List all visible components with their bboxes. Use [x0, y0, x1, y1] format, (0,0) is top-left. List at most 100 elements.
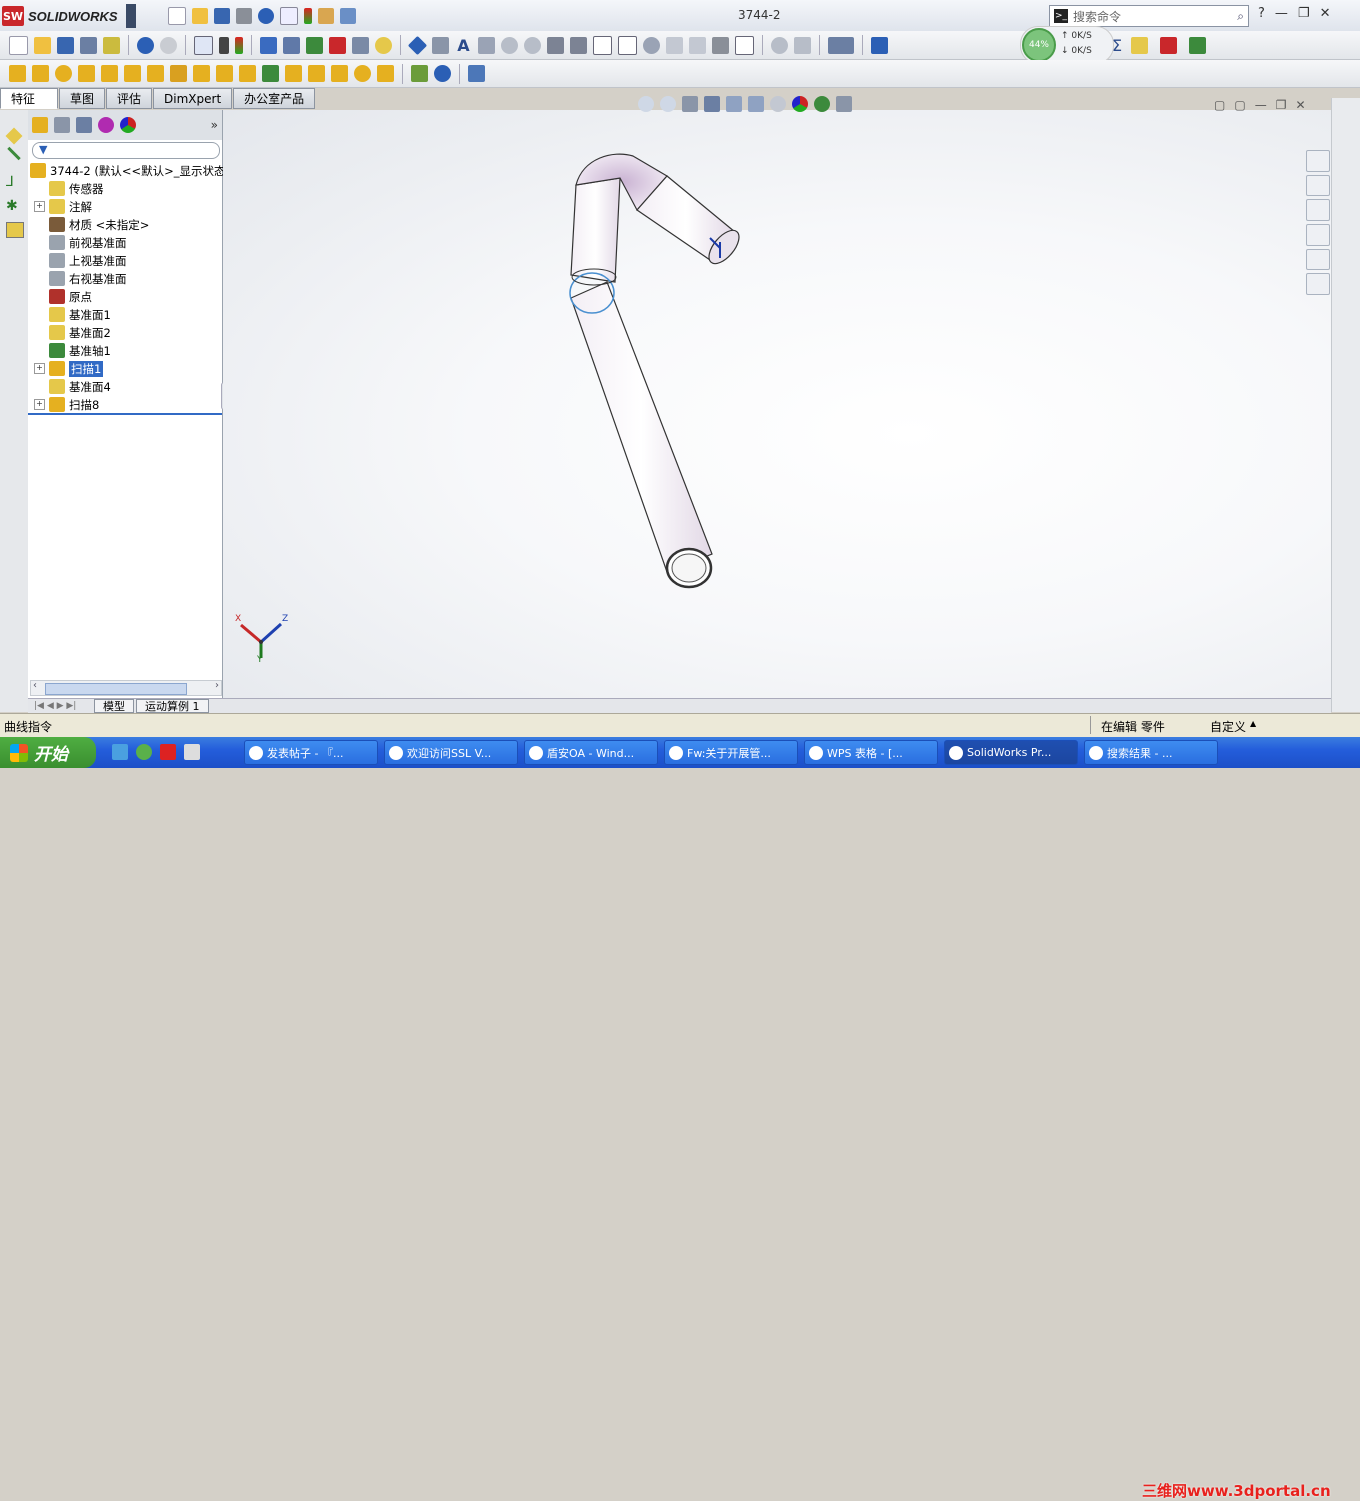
- redo-icon[interactable]: [160, 36, 177, 54]
- feature-manager-tab-icon[interactable]: [32, 117, 48, 133]
- intersect-icon[interactable]: [354, 65, 371, 82]
- plane-icon[interactable]: [5, 127, 23, 145]
- units-custom-status[interactable]: 自定义: [1210, 718, 1246, 735]
- restore-doc-icon[interactable]: ❐: [1276, 98, 1287, 112]
- tree-item[interactable]: 传感器: [34, 180, 104, 197]
- linear-pattern-icon[interactable]: [262, 65, 279, 82]
- app-quick-launch-icon[interactable]: [160, 744, 176, 760]
- taskbar-item[interactable]: 欢迎访问SSL V...: [384, 740, 518, 765]
- file-properties-icon[interactable]: [318, 8, 334, 24]
- save-icon[interactable]: [214, 8, 230, 24]
- display-manager-tab-icon[interactable]: [120, 117, 136, 133]
- horizontal-scrollbar[interactable]: ‹ ›: [30, 680, 222, 696]
- extruded-boss-icon[interactable]: [9, 65, 26, 82]
- tab-motion-study-1[interactable]: 运动算例 1: [136, 699, 209, 713]
- close-button[interactable]: ✕: [1320, 6, 1331, 21]
- split-view-icon[interactable]: ▢: [1214, 98, 1225, 112]
- search-input[interactable]: 搜索命令: [1073, 8, 1121, 25]
- expand-plus-icon[interactable]: +: [34, 363, 45, 374]
- make-drawing-icon[interactable]: [80, 36, 97, 54]
- rebuild-traffic-light-icon[interactable]: [304, 8, 312, 24]
- scrollbar-thumb[interactable]: [45, 683, 187, 695]
- coordinate-system-icon[interactable]: ⅃: [6, 174, 22, 190]
- weld-symbol-icon[interactable]: [570, 36, 587, 54]
- previous-view-icon[interactable]: [682, 96, 698, 112]
- tree-item[interactable]: + 扫描1: [34, 360, 104, 377]
- area-hatch-icon[interactable]: [712, 36, 729, 54]
- lofted-boss-icon[interactable]: [78, 65, 95, 82]
- hide-show-items-icon[interactable]: [770, 96, 786, 112]
- tree-item[interactable]: 基准面1: [34, 306, 111, 323]
- tree-item[interactable]: 基准轴1: [34, 342, 111, 359]
- property-manager-tab-icon[interactable]: [54, 117, 70, 133]
- tree-item[interactable]: 基准面4: [34, 378, 111, 395]
- undo-icon[interactable]: [258, 8, 274, 24]
- revolved-boss-icon[interactable]: [32, 65, 49, 82]
- taskbar-item[interactable]: WPS 表格 - [...: [804, 740, 938, 765]
- help-icon[interactable]: [375, 36, 392, 54]
- expand-tabs-icon[interactable]: »: [211, 118, 218, 132]
- surface-finish-icon[interactable]: [547, 36, 564, 54]
- balloon-icon[interactable]: [501, 36, 518, 54]
- tab-features[interactable]: 特征: [0, 88, 58, 109]
- draft-icon[interactable]: [239, 65, 256, 82]
- new-icon[interactable]: [9, 35, 28, 55]
- point-icon[interactable]: ✱: [6, 198, 22, 214]
- tab-model[interactable]: 模型: [94, 699, 134, 713]
- table-icon[interactable]: [828, 36, 854, 54]
- mirror-icon[interactable]: [285, 65, 302, 82]
- geometric-tolerance-icon[interactable]: [593, 35, 612, 55]
- reference-geometry-icon[interactable]: [411, 65, 428, 82]
- open-icon[interactable]: [34, 36, 51, 54]
- taskbar-item[interactable]: Fw:关于开展管...: [664, 740, 798, 765]
- scroll-right-icon[interactable]: ›: [215, 680, 219, 691]
- shell-icon[interactable]: [216, 65, 233, 82]
- revision-symbol-icon[interactable]: [689, 36, 706, 54]
- view-orientation-icon[interactable]: [726, 96, 742, 112]
- taskbar-item[interactable]: 发表帖子 - 『...: [244, 740, 378, 765]
- close-doc-icon[interactable]: ✕: [1295, 98, 1305, 112]
- menu-flyout-arrow[interactable]: [126, 4, 136, 28]
- expand-plus-icon[interactable]: +: [34, 201, 45, 212]
- browser-quick-launch-icon[interactable]: [136, 744, 152, 760]
- sketch-icon[interactable]: [260, 36, 277, 54]
- properties-icon[interactable]: [352, 36, 369, 54]
- tree-filter-input[interactable]: ▼: [32, 142, 220, 159]
- curves-icon[interactable]: [434, 65, 451, 82]
- graphics-area[interactable]: X Z Y: [223, 110, 1331, 698]
- tree-item[interactable]: + 扫描8: [34, 396, 99, 413]
- smart-dimension-diamond-icon[interactable]: [407, 35, 428, 55]
- tab-dimxpert[interactable]: DimXpert: [153, 88, 233, 109]
- edit-appearance-icon[interactable]: [792, 96, 808, 112]
- display-style-icon[interactable]: [748, 96, 764, 112]
- extruded-cut-icon[interactable]: [101, 65, 118, 82]
- help-icon[interactable]: ?: [1258, 6, 1265, 21]
- units-arrow-icon[interactable]: ▲: [1250, 719, 1256, 728]
- model-items-icon[interactable]: [432, 36, 449, 54]
- calculator-quick-launch-icon[interactable]: [184, 744, 200, 760]
- zoom-to-area-icon[interactable]: [660, 96, 676, 112]
- note-text-icon[interactable]: A: [455, 37, 472, 54]
- custom-properties-icon[interactable]: [1306, 273, 1330, 296]
- taskbar-item[interactable]: SolidWorks Pr...: [944, 740, 1078, 765]
- appearances-icon[interactable]: [1306, 248, 1330, 271]
- datum-feature-icon[interactable]: [618, 35, 637, 55]
- split-view-2-icon[interactable]: ▢: [1234, 98, 1245, 112]
- spell-check-abc-icon[interactable]: [871, 36, 888, 54]
- print-icon[interactable]: [236, 8, 252, 24]
- expand-plus-icon[interactable]: +: [34, 399, 45, 410]
- design-library-icon[interactable]: [1306, 174, 1330, 197]
- home-icon[interactable]: [1306, 150, 1330, 172]
- new-document-icon[interactable]: [168, 7, 186, 25]
- tree-item[interactable]: 材质 <未指定>: [34, 216, 149, 233]
- tab-sketch[interactable]: 草图: [59, 88, 106, 109]
- restore-button[interactable]: ❐: [1298, 6, 1310, 21]
- wrap-icon[interactable]: [331, 65, 348, 82]
- options-icon[interactable]: [340, 8, 356, 24]
- check-icon[interactable]: [1189, 37, 1207, 54]
- center-mark-icon[interactable]: [771, 36, 788, 54]
- tab-navigation-arrows[interactable]: |◀ ◀ ▶ ▶|: [28, 701, 94, 711]
- auto-balloon-icon[interactable]: [524, 36, 541, 54]
- magnifier-search-icon[interactable]: ⌕: [1237, 9, 1244, 24]
- dimxpert-manager-tab-icon[interactable]: [98, 117, 114, 133]
